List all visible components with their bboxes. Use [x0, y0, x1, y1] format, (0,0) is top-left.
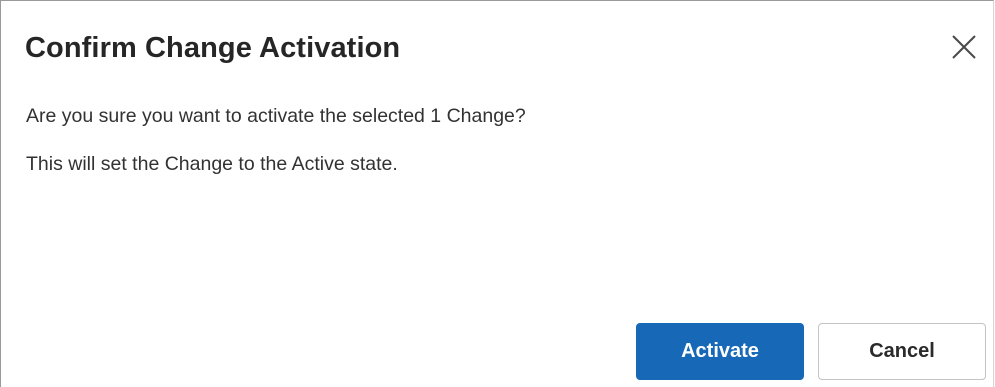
activate-button[interactable]: Activate — [636, 323, 804, 380]
dialog-title: Confirm Change Activation — [25, 32, 401, 64]
close-icon — [952, 35, 976, 59]
confirmation-detail: This will set the Change to the Active s… — [26, 153, 398, 175]
cancel-button[interactable]: Cancel — [818, 323, 986, 380]
confirm-activation-dialog: Confirm Change Activation Are you sure y… — [0, 0, 994, 387]
confirmation-question: Are you sure you want to activate the se… — [26, 105, 526, 127]
close-button[interactable] — [945, 28, 983, 66]
